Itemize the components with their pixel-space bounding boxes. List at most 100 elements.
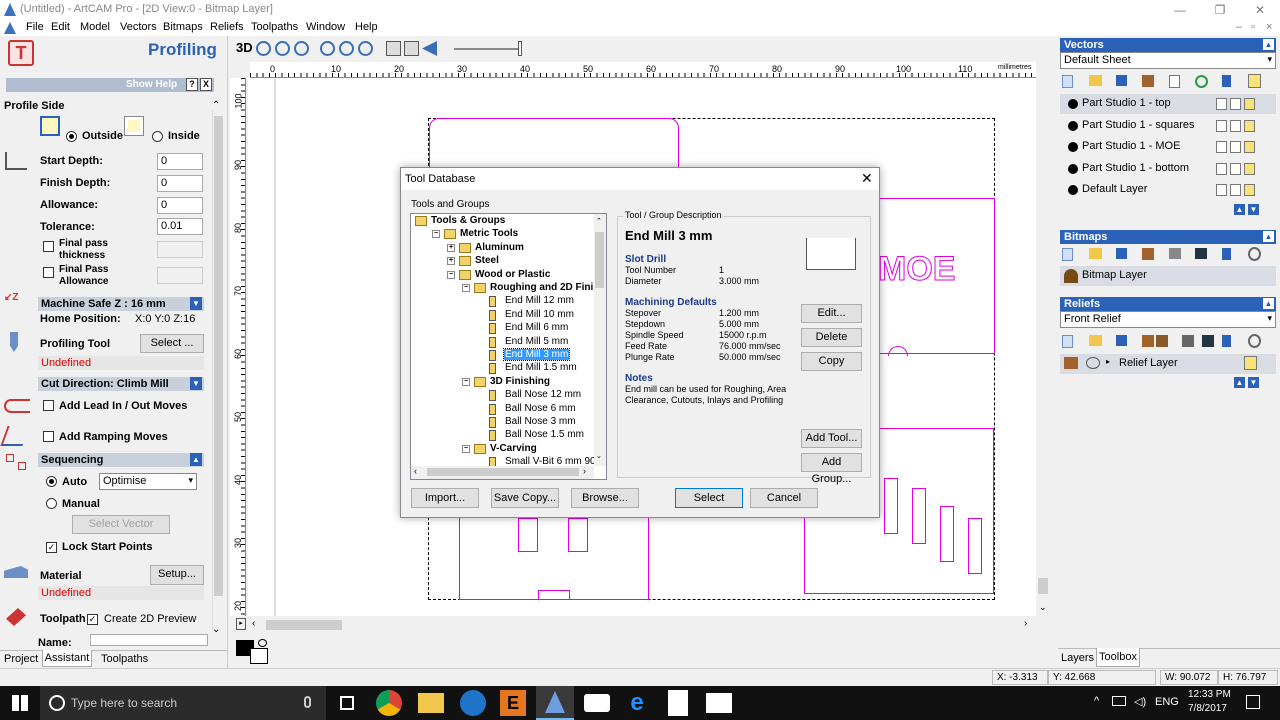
add-group-button[interactable]: Add Group... — [801, 453, 862, 485]
language-indicator[interactable]: ENG — [1155, 696, 1179, 708]
back-arrow-icon[interactable] — [422, 41, 437, 56]
merge-layer-icon[interactable] — [1142, 75, 1154, 87]
canvas-vscroll-thumb[interactable] — [1038, 578, 1048, 594]
tool-tree[interactable]: Tools & Groups − Metric Tools + Aluminum + Ste… — [410, 213, 607, 480]
material-setup-button[interactable]: Setup... — [150, 565, 204, 585]
zoom-previous-icon[interactable] — [339, 41, 354, 56]
menu-model[interactable]: Model — [80, 21, 110, 33]
action-center-icon[interactable] — [1246, 695, 1260, 709]
windows-start-icon[interactable] — [12, 695, 28, 711]
select-button[interactable]: Select — [675, 488, 743, 508]
final-pass-thickness-checkbox[interactable] — [43, 241, 54, 252]
menu-vectors[interactable]: Vectors — [120, 21, 157, 33]
bulb-icon[interactable] — [1244, 162, 1255, 175]
select-tool-button[interactable]: Select ... — [140, 334, 204, 353]
panel-close-button[interactable]: X — [200, 78, 212, 91]
view-3d-button[interactable]: 3D — [236, 40, 253, 55]
new-bitmap-icon[interactable] — [1062, 248, 1073, 261]
bitmap-settings-icon[interactable] — [1248, 247, 1261, 261]
slider-track[interactable] — [454, 48, 518, 50]
layer-color-icon[interactable] — [1068, 142, 1078, 153]
add-tool-button[interactable]: Add Tool... — [801, 429, 862, 448]
photos-icon[interactable] — [706, 693, 732, 713]
optimise-select[interactable]: Optimise ▾ — [99, 473, 197, 490]
tree-node[interactable]: − 3D Finishing — [411, 376, 594, 389]
tree-node[interactable]: − Wood or Plastic — [411, 269, 594, 282]
browse-button[interactable]: Browse... — [571, 488, 639, 508]
notepad-icon[interactable] — [668, 690, 688, 716]
edit-icon[interactable] — [1230, 141, 1241, 154]
layer-properties-icon[interactable] — [1169, 75, 1180, 88]
import-button[interactable]: Import... — [411, 488, 479, 508]
help-button[interactable]: ? — [186, 78, 198, 91]
scroll-left-arrow-icon[interactable]: ‹ — [252, 618, 255, 629]
mdi-close-icon[interactable]: × — [1266, 21, 1272, 33]
canvas-corner-icon[interactable]: ▸ — [236, 618, 246, 630]
inside-radio[interactable] — [152, 131, 163, 142]
collapse-down-icon[interactable]: ⌄ — [212, 624, 220, 635]
move-relief-down-icon[interactable]: ▼ — [1248, 377, 1259, 388]
e-app-icon[interactable]: E — [500, 690, 526, 716]
lead-in-checkbox[interactable] — [43, 400, 54, 411]
delete-relief-icon[interactable] — [1222, 335, 1231, 347]
tab-project[interactable]: Project — [4, 653, 38, 665]
lock-icon[interactable] — [1216, 141, 1227, 154]
move-layer-up-icon[interactable]: ▲ — [1234, 204, 1245, 215]
tree-node[interactable]: − Roughing and 2D Finishi — [411, 282, 606, 295]
zoom-out-icon[interactable] — [275, 41, 290, 56]
menu-file[interactable]: File — [26, 21, 44, 33]
edit-button[interactable]: Edit... — [801, 304, 862, 323]
toolpath-name-input[interactable] — [90, 634, 208, 646]
collapse-icon[interactable]: − — [462, 377, 470, 386]
tree-scroll-left-icon[interactable]: ‹ — [414, 466, 417, 476]
relief-stack-icon[interactable] — [1156, 335, 1168, 347]
new-layer-icon[interactable] — [1062, 75, 1073, 88]
tree-scroll-down-icon[interactable]: ⌄ — [596, 452, 602, 460]
tree-vscroll-thumb[interactable] — [595, 232, 604, 288]
outside-profile-icon[interactable] — [40, 116, 60, 136]
edge-icon[interactable]: e — [624, 690, 650, 716]
tree-scroll-up-icon[interactable]: ⌃ — [596, 217, 602, 225]
tolerance-input[interactable]: 0.01 — [157, 218, 203, 235]
lock-icon[interactable] — [1216, 184, 1227, 197]
vector-layer-row[interactable]: Part Studio 1 - bottom — [1060, 159, 1276, 179]
expand-down-icon[interactable]: ▼ — [190, 297, 202, 310]
menu-edit[interactable]: Edit — [51, 21, 70, 33]
swap-colors-icon[interactable] — [258, 639, 267, 647]
cancel-button[interactable]: Cancel — [750, 488, 818, 508]
canvas-hscroll[interactable]: ▸ ‹ › — [232, 618, 1036, 632]
tree-hscroll-thumb[interactable] — [427, 468, 579, 476]
tree-node[interactable]: End Mill 12 mm — [411, 295, 594, 308]
tree-node[interactable]: Ball Nose 12 mm — [411, 389, 594, 402]
vector-bottom-part[interactable] — [459, 518, 649, 600]
open-folder-icon[interactable] — [1089, 75, 1102, 86]
save-relief-icon[interactable] — [1116, 335, 1127, 346]
bulb-icon[interactable] — [1244, 119, 1255, 132]
tree-node[interactable]: End Mill 3 mm — [411, 348, 594, 362]
relief-select[interactable]: Front Relief ▾ — [1060, 311, 1276, 328]
edit-icon[interactable] — [1230, 162, 1241, 175]
add-vector-icon[interactable] — [1195, 75, 1208, 88]
collapse-icon[interactable]: − — [447, 270, 455, 279]
collapse-icon[interactable]: − — [462, 444, 470, 453]
tree-node[interactable]: Ball Nose 1.5 mm — [411, 429, 594, 442]
delete-layer-icon[interactable] — [1222, 75, 1231, 87]
tree-node[interactable]: End Mill 5 mm — [411, 336, 594, 349]
clock-time[interactable]: 12:33 PM — [1188, 689, 1231, 700]
edit-icon[interactable] — [1230, 119, 1241, 132]
tree-node[interactable]: + Steel — [411, 255, 594, 268]
bitmaps-collapse-icon[interactable]: ▲ — [1263, 231, 1274, 242]
layer-color-icon[interactable] — [1068, 185, 1078, 196]
move-relief-up-icon[interactable]: ▲ — [1234, 377, 1245, 388]
manual-radio[interactable] — [46, 498, 57, 509]
menu-window[interactable]: Window — [306, 21, 345, 33]
merge-relief-icon[interactable] — [1142, 335, 1154, 347]
cut-direction-expand-icon[interactable]: ▼ — [190, 377, 202, 390]
relief-settings-icon[interactable] — [1248, 334, 1261, 348]
artcam-taskbar-button[interactable] — [536, 686, 574, 720]
mdi-minimize-icon[interactable]: – — [1236, 21, 1242, 33]
relief-visibility-icon[interactable] — [1086, 357, 1100, 369]
auto-radio[interactable] — [46, 476, 57, 487]
zoom-all-icon[interactable] — [358, 41, 373, 56]
merge-bitmap-icon[interactable] — [1142, 248, 1154, 260]
